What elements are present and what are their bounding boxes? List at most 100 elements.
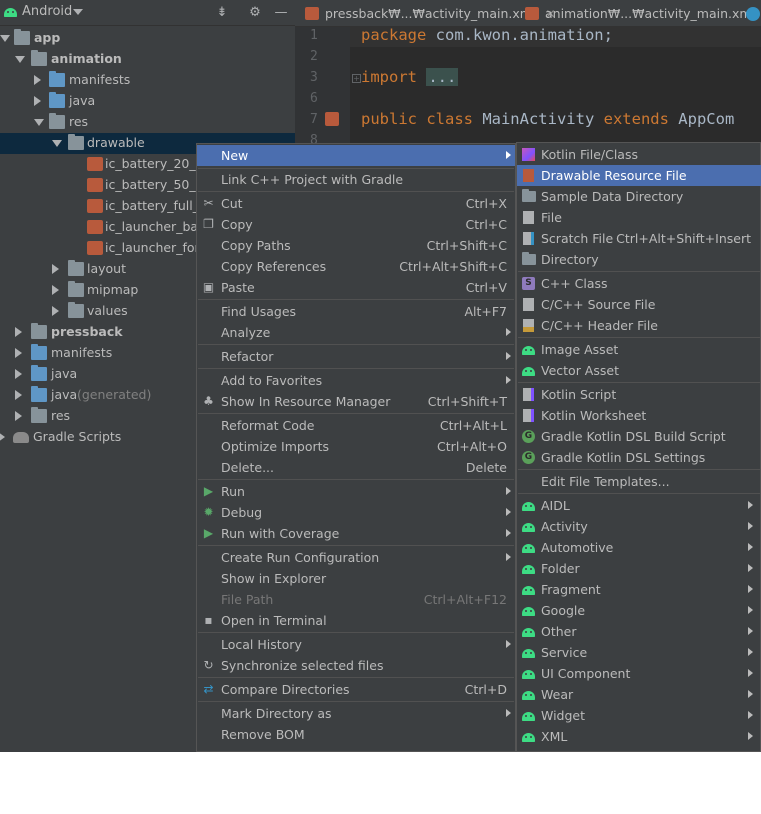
submenu-item-kotlin-script[interactable]: Kotlin Script [517,384,761,405]
folded-imports[interactable]: ... [426,68,459,86]
submenu-item-wear[interactable]: Wear [517,684,761,705]
chevron-down-icon[interactable] [0,35,10,42]
menu-item-paste[interactable]: ▣ Paste Ctrl+V [197,277,515,298]
android-icon [522,586,535,595]
submenu-item-image-asset[interactable]: Image Asset [517,339,761,360]
tree-item-app[interactable]: app [0,28,295,49]
minimize-icon[interactable]: — [273,5,289,21]
menu-item-delete[interactable]: Delete... Delete [197,457,515,478]
submenu-item-folder[interactable]: Folder [517,558,761,579]
menu-item-reformat-code[interactable]: Reformat Code Ctrl+Alt+L [197,415,515,436]
tree-item-java[interactable]: java [0,91,295,112]
tab-pressback-activity-main[interactable]: pressback₩...₩activity_main.xml ✕ [305,0,556,27]
submenu-item-file[interactable]: File [517,207,761,228]
collapse-icon[interactable]: ⇟ [214,5,230,21]
chevron-down-icon[interactable] [15,56,25,63]
chevron-right-icon[interactable] [34,75,41,85]
module-folder-icon [14,29,30,45]
submenu-item-scratch-file[interactable]: Scratch File Ctrl+Alt+Shift+Insert [517,228,761,249]
submenu-item-edit-templates[interactable]: Edit File Templates... [517,471,761,492]
menu-item-open-terminal[interactable]: ▪ Open in Terminal [197,610,515,631]
menu-item-label: Find Usages [221,304,297,319]
menu-item-label: Activity [541,519,588,534]
menu-item-show-explorer[interactable]: Show in Explorer [197,568,515,589]
submenu-item-directory[interactable]: Directory [517,249,761,270]
file-icon [523,211,534,224]
kotlin-script-icon [523,388,534,401]
android-icon [522,346,535,355]
tree-item-label: animation [51,51,122,66]
submenu-item-c-source[interactable]: C/C++ Source File [517,294,761,315]
menu-item-run-coverage[interactable]: ▶ Run with Coverage [197,523,515,544]
submenu-item-xml[interactable]: XML [517,726,761,747]
menu-item-shortcut: Ctrl+C [465,217,507,232]
submenu-item-gradle-build-script[interactable]: G Gradle Kotlin DSL Build Script [517,426,761,447]
submenu-item-fragment[interactable]: Fragment [517,579,761,600]
android-icon [4,8,17,17]
chevron-right-icon[interactable] [15,369,22,379]
chevron-right-icon[interactable] [15,411,22,421]
menu-item-optimize-imports[interactable]: Optimize Imports Ctrl+Alt+O [197,436,515,457]
menu-item-synchronize[interactable]: ↻ Synchronize selected files [197,655,515,676]
menu-item-debug[interactable]: ✹ Debug [197,502,515,523]
menu-item-cut[interactable]: ✂ Cut Ctrl+X [197,193,515,214]
menu-item-new[interactable]: New [197,145,515,166]
submenu-item-c-header[interactable]: C/C++ Header File [517,315,761,336]
layout-gutter-icon[interactable] [325,112,339,126]
chevron-down-icon[interactable] [52,140,62,147]
submenu-item-drawable-resource[interactable]: Drawable Resource File [517,165,761,186]
chevron-right-icon[interactable] [52,306,59,316]
chevron-right-icon[interactable] [15,348,22,358]
android-icon [522,607,535,616]
submenu-item-kotlin-file[interactable]: Kotlin File/Class [517,144,761,165]
submenu-item-service[interactable]: Service [517,642,761,663]
menu-item-copy-references[interactable]: Copy References Ctrl+Alt+Shift+C [197,256,515,277]
submenu-item-aidl[interactable]: AIDL [517,495,761,516]
menu-item-analyze[interactable]: Analyze [197,322,515,343]
menu-item-copy[interactable]: ❐ Copy Ctrl+C [197,214,515,235]
menu-item-create-run-config[interactable]: Create Run Configuration [197,547,515,568]
menu-item-refactor[interactable]: Refactor [197,346,515,367]
tree-item-res[interactable]: res [0,112,295,133]
submenu-item-sample-data[interactable]: Sample Data Directory [517,186,761,207]
submenu-item-activity[interactable]: Activity [517,516,761,537]
menu-item-show-resource-manager[interactable]: ♣ Show In Resource Manager Ctrl+Shift+T [197,391,515,412]
submenu-item-automotive[interactable]: Automotive [517,537,761,558]
tab-main-activity[interactable] [746,0,761,27]
chevron-right-icon[interactable] [0,432,5,442]
chevron-right-icon[interactable] [34,96,41,106]
menu-item-find-usages[interactable]: Find Usages Alt+F7 [197,301,515,322]
menu-item-add-favorites[interactable]: Add to Favorites [197,370,515,391]
project-view-select[interactable]: Android [22,4,72,19]
fold-icon[interactable]: + [352,74,361,83]
menu-item-local-history[interactable]: Local History [197,634,515,655]
chevron-right-icon[interactable] [15,327,22,337]
chevron-right-icon[interactable] [52,285,59,295]
tree-item-animation[interactable]: animation [0,49,295,70]
chevron-right-icon[interactable] [15,390,22,400]
submenu-item-other[interactable]: Other [517,621,761,642]
tree-item-manifests[interactable]: manifests [0,70,295,91]
menu-item-copy-paths[interactable]: Copy Paths Ctrl+Shift+C [197,235,515,256]
menu-item-mark-directory[interactable]: Mark Directory as [197,703,515,724]
menu-item-link-cpp[interactable]: Link C++ Project with Gradle [197,169,515,190]
chevron-down-icon[interactable] [34,119,44,126]
submenu-item-cpp-class[interactable]: S C++ Class [517,273,761,294]
chevron-right-icon [748,501,753,509]
menu-item-remove-bom[interactable]: Remove BOM [197,724,515,745]
submenu-item-vector-asset[interactable]: Vector Asset [517,360,761,381]
menu-item-run[interactable]: ▶ Run [197,481,515,502]
chevron-right-icon [748,648,753,656]
submenu-item-google[interactable]: Google [517,600,761,621]
menu-item-compare-directories[interactable]: ⇄ Compare Directories Ctrl+D [197,679,515,700]
submenu-item-widget[interactable]: Widget [517,705,761,726]
submenu-item-ui-component[interactable]: UI Component [517,663,761,684]
tab-animation-activity-main[interactable]: animation₩...₩activity_main.xml ✕ [525,0,761,27]
chevron-right-icon[interactable] [52,264,59,274]
menu-item-label: File [541,210,562,225]
menu-separator [198,191,514,192]
gear-icon[interactable]: ⚙ [247,5,263,21]
submenu-item-kotlin-worksheet[interactable]: Kotlin Worksheet [517,405,761,426]
chevron-down-icon[interactable] [73,9,83,15]
submenu-item-gradle-settings[interactable]: G Gradle Kotlin DSL Settings [517,447,761,468]
